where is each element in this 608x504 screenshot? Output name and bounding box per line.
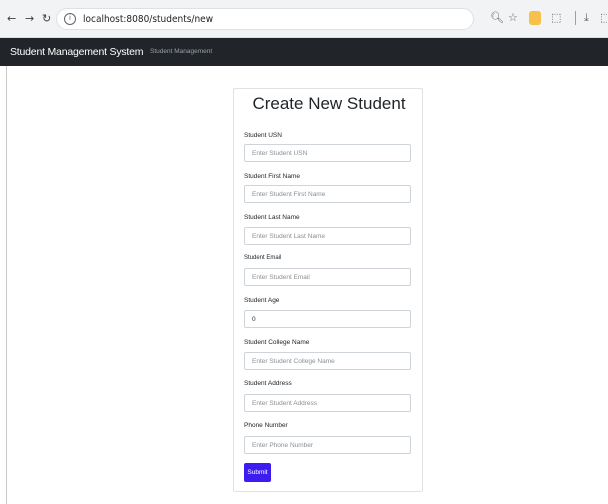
student-email-input[interactable] — [244, 268, 411, 286]
label-student-email: Student Email — [244, 255, 282, 261]
nav-link-student-management[interactable]: Student Management — [150, 47, 212, 57]
label-student-last-name: Student Last Name — [244, 214, 300, 221]
zoom-icon[interactable]: 🔍︎ — [490, 10, 504, 26]
label-student-college-name: Student College Name — [244, 339, 310, 346]
label-student-age: Student Age — [244, 297, 280, 304]
reload-icon[interactable]: ↻ — [42, 11, 51, 27]
page-title: Create New Student — [252, 94, 406, 113]
address-bar[interactable]: i localhost:8080/students/new — [56, 8, 474, 30]
url-text[interactable]: localhost:8080/students/new — [83, 13, 213, 27]
navbar-brand[interactable]: Student Management System — [10, 45, 144, 59]
page-edge-line — [6, 66, 7, 504]
label-phone-number: Phone Number — [244, 422, 288, 429]
extensions-puzzle-icon[interactable]: ⬚ — [551, 10, 561, 26]
phone-number-input[interactable] — [244, 436, 411, 454]
create-student-card: Create New Student Student USN Student F… — [233, 88, 423, 492]
profile-icon[interactable]: ⬚ — [600, 10, 608, 26]
extension-icon[interactable] — [529, 11, 541, 25]
app-navbar: Student Management System Student Manage… — [0, 38, 608, 66]
submit-button[interactable]: Submit — [244, 463, 271, 482]
bookmark-star-icon[interactable]: ☆ — [508, 10, 518, 26]
browser-toolbar: ← → ↻ i localhost:8080/students/new 🔍︎ ☆… — [0, 0, 608, 38]
student-usn-input[interactable] — [244, 144, 411, 162]
download-icon[interactable]: ⤓ — [584, 10, 589, 26]
student-college-name-input[interactable] — [244, 352, 411, 370]
back-icon[interactable]: ← — [7, 11, 16, 27]
toolbar-divider — [575, 11, 576, 25]
label-student-address: Student Address — [244, 380, 292, 387]
label-student-usn: Student USN — [244, 132, 282, 139]
student-age-input[interactable] — [244, 310, 411, 328]
label-student-first-name: Student First Name — [244, 173, 300, 180]
student-first-name-input[interactable] — [244, 185, 411, 203]
student-last-name-input[interactable] — [244, 227, 411, 245]
forward-icon[interactable]: → — [25, 11, 34, 27]
site-info-icon[interactable]: i — [64, 13, 76, 25]
student-address-input[interactable] — [244, 394, 411, 412]
